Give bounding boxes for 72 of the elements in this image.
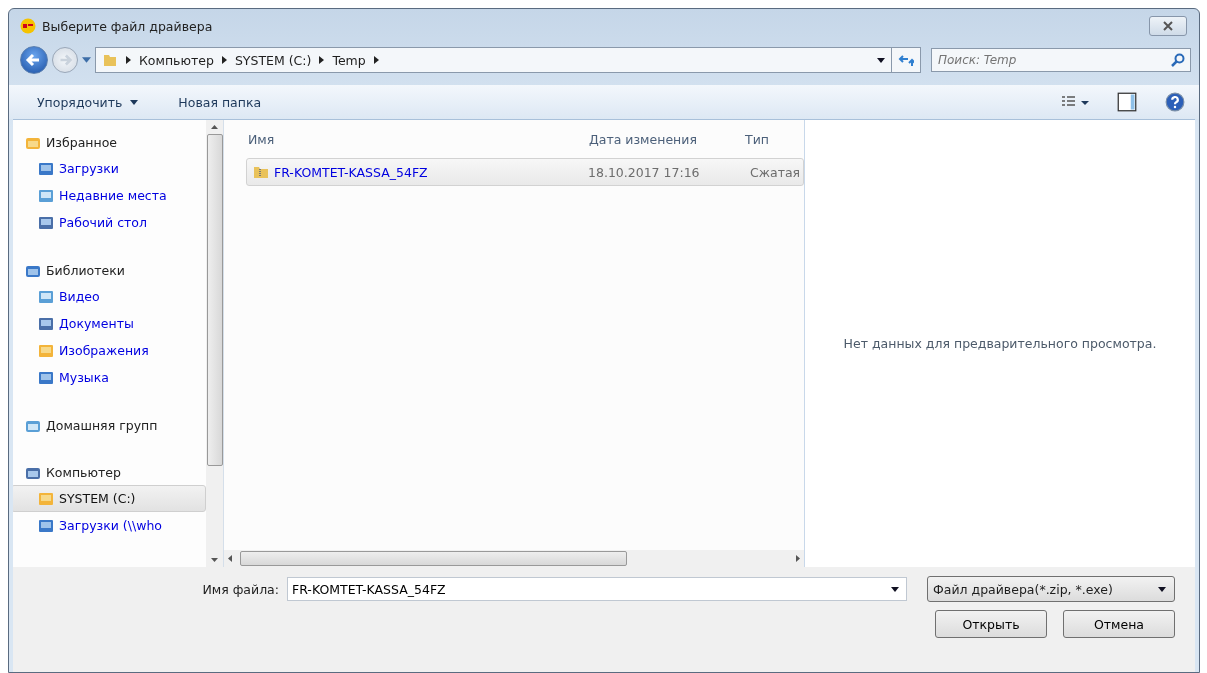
breadcrumb-arrow-icon[interactable] bbox=[126, 56, 131, 64]
preview-pane-icon[interactable] bbox=[1117, 92, 1137, 112]
caret-icon bbox=[1158, 586, 1166, 592]
nav-group-label[interactable]: Компьютер bbox=[46, 465, 121, 480]
nav-group-label[interactable]: Домашняя групп bbox=[46, 418, 158, 433]
nav-group-label[interactable]: Библиотеки bbox=[46, 263, 125, 278]
nav-item[interactable]: Рабочий стол bbox=[13, 209, 206, 236]
scroll-left-icon[interactable] bbox=[228, 555, 232, 562]
file-name-label: Имя файла: bbox=[202, 581, 279, 597]
breadcrumb-item[interactable]: Компьютер bbox=[139, 52, 214, 68]
organize-button[interactable]: Упорядочить bbox=[31, 90, 145, 114]
cancel-button[interactable]: Отмена bbox=[1063, 610, 1175, 638]
app-logo-icon bbox=[20, 18, 36, 34]
file-type-dropdown[interactable]: Файл драйвера(*.zip, *.exe) bbox=[927, 576, 1175, 602]
item-icon bbox=[38, 369, 54, 386]
item-icon bbox=[38, 342, 54, 359]
close-icon bbox=[1162, 21, 1174, 31]
close-button[interactable] bbox=[1149, 16, 1187, 36]
scroll-thumb[interactable] bbox=[240, 551, 627, 566]
new-folder-button[interactable]: Новая папка bbox=[172, 90, 268, 114]
item-icon bbox=[38, 490, 54, 507]
address-bar[interactable]: Компьютер SYSTEM (C:) Temp bbox=[95, 47, 892, 73]
folder-icon bbox=[102, 52, 118, 68]
nav-item[interactable]: SYSTEM (C:) bbox=[13, 485, 206, 512]
horizontal-scrollbar[interactable] bbox=[224, 550, 804, 567]
scroll-up-icon[interactable] bbox=[211, 125, 218, 129]
breadcrumb-arrow-icon[interactable] bbox=[319, 56, 325, 64]
file-date: 18.10.2017 17:16 bbox=[587, 164, 701, 180]
column-header[interactable]: Тип bbox=[739, 120, 799, 158]
search-field[interactable]: Поиск: Temp bbox=[931, 48, 1191, 72]
history-caret-icon[interactable] bbox=[82, 57, 91, 63]
nav-group-label[interactable]: Избранное bbox=[46, 135, 117, 150]
nav-item[interactable]: Музыка bbox=[13, 364, 206, 391]
refresh-icon bbox=[898, 53, 914, 67]
nav-item[interactable]: Документы bbox=[13, 310, 206, 337]
refresh-button[interactable] bbox=[891, 47, 921, 73]
file-row[interactable]: FR-KOMTET-KASSA_54FZ 18.10.2017 17:16 Сжатая bbox=[246, 158, 804, 186]
open-button[interactable]: Открыть bbox=[935, 610, 1047, 638]
nav-item[interactable]: Загрузки (\\who bbox=[13, 512, 206, 539]
scroll-thumb[interactable] bbox=[206, 134, 223, 466]
file-name-field[interactable]: FR-KOMTET-KASSA_54FZ bbox=[287, 577, 907, 601]
item-icon bbox=[38, 288, 54, 305]
nav-item[interactable]: Изображения bbox=[13, 337, 206, 364]
item-icon bbox=[38, 315, 54, 332]
nav-item[interactable]: Загрузки bbox=[13, 155, 206, 182]
help-icon[interactable] bbox=[1165, 92, 1185, 112]
file-name: FR-KOMTET-KASSA_54FZ bbox=[274, 164, 428, 180]
caret-icon bbox=[130, 99, 139, 105]
nav-item[interactable]: Видео bbox=[13, 283, 206, 310]
breadcrumb-item[interactable]: SYSTEM (C:) bbox=[234, 52, 312, 68]
breadcrumb-arrow-icon[interactable] bbox=[221, 56, 227, 64]
column-header[interactable]: Имя bbox=[248, 120, 583, 158]
breadcrumb-arrow-icon[interactable] bbox=[373, 56, 379, 64]
item-icon bbox=[38, 517, 54, 534]
breadcrumb-item[interactable]: Temp bbox=[332, 52, 366, 68]
scroll-down-icon[interactable] bbox=[211, 558, 218, 562]
item-icon bbox=[38, 214, 54, 231]
nav-item[interactable]: Недавние места bbox=[13, 182, 206, 209]
back-button[interactable] bbox=[20, 46, 48, 74]
search-icon bbox=[1171, 53, 1185, 67]
window-title: Выберите файл драйвера bbox=[42, 18, 213, 34]
column-header[interactable]: Дата изменения bbox=[583, 120, 739, 158]
view-options-icon[interactable] bbox=[1061, 95, 1089, 109]
dropdown-caret-icon[interactable] bbox=[891, 587, 899, 592]
zip-folder-icon bbox=[253, 164, 269, 180]
scroll-right-icon[interactable] bbox=[796, 555, 800, 562]
vertical-scrollbar[interactable] bbox=[206, 120, 223, 567]
dropdown-caret-icon[interactable] bbox=[877, 57, 885, 63]
item-icon bbox=[38, 187, 54, 204]
item-icon bbox=[38, 160, 54, 177]
preview-message: Нет данных для предварительного просмотра. bbox=[843, 336, 1157, 351]
file-type: Сжатая bbox=[749, 164, 802, 180]
